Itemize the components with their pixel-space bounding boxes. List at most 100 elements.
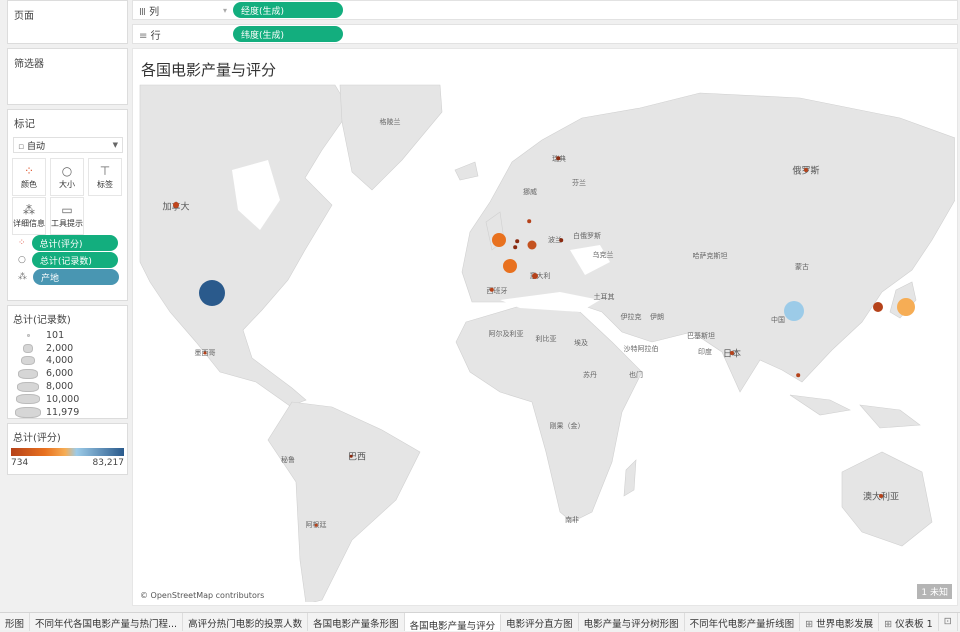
view-title: 各国电影产量与评分	[141, 61, 277, 79]
sheet-tab-label: 各国电影产量条形图	[313, 619, 399, 630]
square-icon: ▫	[18, 141, 27, 152]
detail-label: 详细信息	[13, 219, 45, 228]
country-mark[interactable]	[492, 233, 506, 247]
new-worksheet-icon[interactable]: ⊡	[939, 613, 958, 631]
country-mark[interactable]	[199, 280, 225, 306]
country-mark[interactable]	[879, 494, 883, 498]
sheet-tab[interactable]: 形图	[0, 613, 31, 631]
sheet-tab[interactable]: 各国电影产量条形图	[308, 613, 405, 631]
map-label: 阿尔及利亚	[488, 330, 524, 338]
country-mark[interactable]	[873, 302, 883, 312]
filters-card[interactable]: 筛选器	[7, 48, 128, 105]
sheet-tab-label: 世界电影发展	[816, 619, 874, 630]
sheet-tab-label: 电影产量与评分树形图	[583, 619, 679, 630]
map-label: 挪威	[523, 188, 537, 196]
map[interactable]: 格陵兰加拿大俄罗斯哈萨克斯坦蒙古日本中国印度巴基斯坦伊朗伊拉克沙特阿拉伯土耳其乌…	[137, 82, 955, 602]
size-legend-label: 10,000	[46, 393, 80, 405]
pill-total-records[interactable]: 总计(记录数)	[31, 252, 118, 268]
rows-shelf[interactable]: ≡ 行 纬度(生成)	[132, 24, 958, 44]
country-mark[interactable]	[527, 219, 531, 223]
color-button[interactable]: ⁘ 颜色	[12, 158, 46, 196]
color-dots-icon: ⁘	[18, 238, 26, 248]
map-label: 苏丹	[583, 371, 597, 379]
text-label-icon: ⊤	[99, 164, 111, 178]
country-mark[interactable]	[513, 245, 517, 249]
sheet-tab-label: 形图	[5, 619, 25, 630]
columns-label: 列	[149, 6, 160, 18]
sheet-tab-label: 仪表板 1	[895, 619, 933, 630]
color-ramp	[11, 448, 124, 456]
sheet-tab[interactable]: 电影评分直方图	[501, 613, 579, 631]
sheet-tab[interactable]: 不同年代各国电影产量与热门程...	[30, 613, 184, 631]
size-swatch-icon	[23, 343, 33, 353]
map-label: 秘鲁	[281, 456, 295, 464]
country-mark[interactable]	[349, 454, 353, 458]
country-mark[interactable]	[203, 351, 207, 355]
map-attribution[interactable]: © OpenStreetMap contributors	[140, 591, 264, 600]
size-legend-item: 101	[10, 329, 127, 342]
size-legend-label: 4,000	[46, 355, 74, 367]
sheet-tab-label: 各国电影产量与评分	[409, 621, 496, 632]
tooltip-label: 工具提示	[51, 219, 83, 228]
size-button[interactable]: ○ 大小	[50, 158, 84, 196]
country-mark[interactable]	[730, 351, 734, 355]
country-mark[interactable]	[173, 202, 179, 208]
mark-type-value: 自动	[26, 141, 45, 152]
country-mark[interactable]	[796, 373, 800, 377]
country-mark[interactable]	[515, 239, 519, 243]
sheet-tab[interactable]: 不同年代电影产量折线图	[685, 613, 801, 631]
country-mark[interactable]	[804, 168, 808, 172]
size-icon: ○	[18, 255, 26, 265]
size-swatch-icon	[16, 394, 40, 405]
detail-button[interactable]: ⁂ 详细信息	[12, 197, 46, 235]
country-mark[interactable]	[556, 156, 560, 160]
sheet-tab-label: 不同年代各国电影产量与热门程...	[35, 619, 178, 630]
sheet-tab[interactable]: 高评分热门电影的投票人数	[183, 613, 309, 631]
label-button[interactable]: ⊤ 标签	[88, 158, 122, 196]
chevron-down-icon: ▼	[112, 141, 118, 149]
country-mark[interactable]	[314, 523, 318, 527]
country-mark[interactable]	[897, 298, 915, 316]
columns-shelf[interactable]: Ⅲ 列 ▾ 经度(生成)	[132, 0, 958, 20]
sheet-tab[interactable]: ⊞ 仪表板 1	[879, 613, 939, 631]
tooltip-bubble-icon: ▭	[61, 203, 73, 217]
size-legend-item: 4,000	[10, 355, 127, 368]
map-label: 蒙古	[795, 263, 809, 271]
country-mark[interactable]	[532, 273, 538, 279]
size-legend-label: 11,979	[46, 406, 80, 418]
detail-icon: ⁂	[18, 272, 27, 282]
unknown-badge[interactable]: 1 未知	[917, 584, 952, 599]
color-legend-title: 总计(评分)	[13, 433, 61, 444]
country-mark[interactable]	[784, 301, 804, 321]
label-label: 标签	[97, 180, 113, 189]
map-label: 南非	[565, 516, 579, 524]
pill-longitude[interactable]: 经度(生成)	[233, 2, 343, 18]
size-legend-item: 2,000	[10, 342, 127, 355]
sheet-tab[interactable]: 各国电影产量与评分	[404, 613, 502, 632]
map-label: 伊拉克	[620, 313, 642, 321]
pill-latitude[interactable]: 纬度(生成)	[233, 26, 343, 42]
dashboard-icon: ⊞	[805, 619, 817, 630]
pill-total-score[interactable]: 总计(评分)	[31, 235, 118, 251]
pages-card[interactable]: 页面	[7, 0, 128, 44]
tooltip-button[interactable]: ▭ 工具提示	[50, 197, 84, 235]
sheet-tab-label: 电影评分直方图	[506, 619, 573, 630]
size-label: 大小	[59, 180, 75, 189]
sheet-tab[interactable]: ⊞ 世界电影发展	[800, 613, 880, 631]
map-label: 格陵兰	[379, 118, 401, 126]
country-mark[interactable]	[503, 259, 517, 273]
caret-icon: ▾	[223, 5, 228, 15]
sheet-tabs: 形图 不同年代各国电影产量与热门程... 高评分热门电影的投票人数 各国电影产量条形图…	[0, 612, 960, 632]
detail-dots-icon: ⁂	[23, 203, 35, 217]
size-legend-item: 10,000	[10, 393, 127, 406]
country-mark[interactable]	[527, 240, 537, 250]
map-label: 也门	[629, 371, 643, 379]
country-mark[interactable]	[559, 238, 563, 242]
pill-origin[interactable]: 产地	[33, 269, 119, 285]
dashboard-icon: ⊞	[884, 619, 896, 630]
mark-type-dropdown[interactable]: ▫ 自动 ▼	[13, 137, 123, 153]
rows-icon: ≡	[139, 30, 151, 42]
sheet-tab[interactable]: 电影产量与评分树形图	[579, 613, 685, 631]
size-legend-label: 2,000	[46, 342, 74, 354]
pages-title: 页面	[14, 11, 34, 22]
